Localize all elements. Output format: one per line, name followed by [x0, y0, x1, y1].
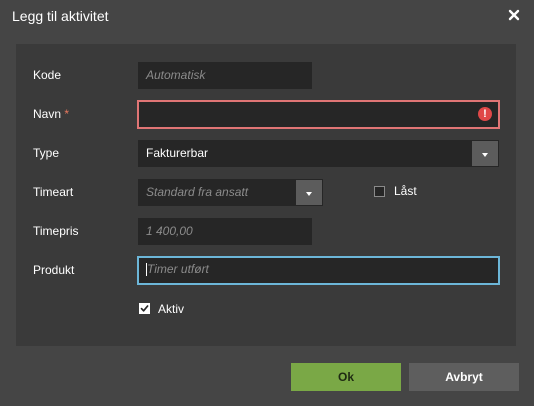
timepris-field[interactable]: 1 400,00 [138, 218, 312, 245]
cancel-button[interactable]: Avbryt [409, 363, 519, 391]
aktiv-label: Aktiv [158, 302, 185, 316]
kode-field: Automatisk [138, 62, 312, 89]
produkt-field[interactable]: Timer utført [137, 256, 500, 285]
produkt-placeholder: Timer utført [147, 262, 209, 276]
close-icon[interactable] [506, 7, 522, 23]
timeart-select[interactable]: Standard fra ansatt [138, 179, 323, 206]
dialog-titlebar: Legg til aktivitet [0, 0, 534, 34]
ok-button[interactable]: Ok [291, 363, 401, 391]
timepris-placeholder: 1 400,00 [146, 224, 193, 238]
required-marker: * [64, 107, 70, 121]
chevron-down-icon[interactable] [472, 141, 498, 166]
navn-label: Navn * [33, 107, 70, 121]
timepris-label: Timepris [33, 224, 79, 238]
check-icon [140, 305, 149, 312]
type-select[interactable]: Fakturerbar [138, 140, 499, 167]
alert-circle-icon: ! [478, 107, 492, 121]
produkt-label: Produkt [33, 263, 75, 277]
timeart-label: Timeart [33, 185, 74, 199]
navn-field[interactable]: ! [137, 100, 500, 129]
aktiv-checkbox[interactable] [139, 303, 150, 314]
dialog-title: Legg til aktivitet [12, 8, 109, 24]
chevron-down-icon[interactable] [296, 180, 322, 205]
kode-placeholder: Automatisk [146, 68, 206, 82]
form-panel: Kode Automatisk Navn * ! Type Fakturerba… [16, 44, 516, 346]
laast-checkbox[interactable] [374, 186, 385, 197]
kode-label: Kode [33, 68, 62, 82]
timeart-placeholder: Standard fra ansatt [146, 185, 249, 199]
type-label: Type [33, 146, 60, 160]
add-activity-dialog: Legg til aktivitet Kode Automatisk Navn … [0, 0, 534, 406]
type-selected-value: Fakturerbar [146, 146, 209, 160]
laast-label: Låst [394, 184, 417, 198]
